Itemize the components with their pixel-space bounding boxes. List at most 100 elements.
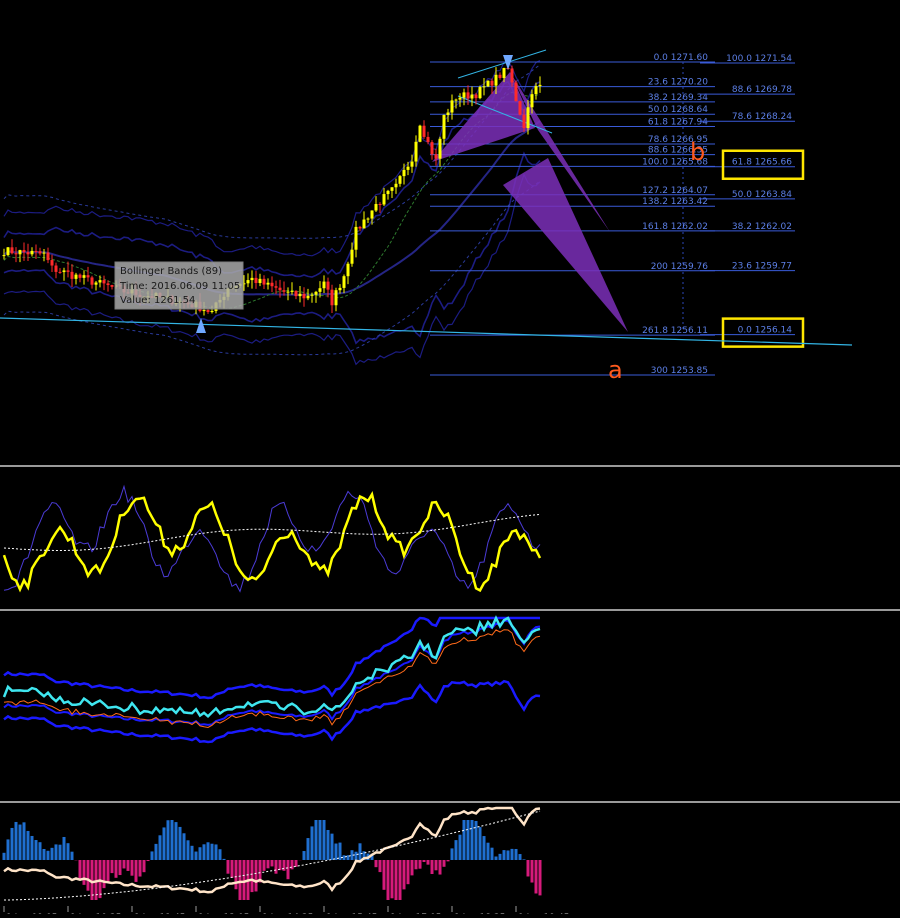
histogram-bar-positive bbox=[71, 852, 74, 860]
fib-label-left-13: 300 1253.85 bbox=[651, 366, 708, 376]
candle-body bbox=[111, 285, 114, 287]
histogram-bar-negative bbox=[395, 860, 398, 900]
fib-label-right-5: 38.2 1262.02 bbox=[732, 222, 792, 232]
candle-body bbox=[79, 275, 82, 278]
candle-body bbox=[399, 176, 402, 184]
histogram-bar-positive bbox=[467, 820, 470, 860]
bollinger-inner-lower bbox=[4, 154, 540, 344]
candle-body bbox=[91, 277, 94, 284]
histogram-bar-negative bbox=[391, 860, 394, 898]
fib-label-left-1: 23.6 1270.20 bbox=[648, 78, 708, 88]
candle-body bbox=[343, 276, 346, 288]
candle-body bbox=[347, 264, 350, 276]
histogram-bar-positive bbox=[3, 853, 6, 860]
histogram-bar-negative bbox=[443, 860, 446, 867]
price-chart[interactable]: 0.0 1271.6023.6 1270.2038.2 1269.3450.0 … bbox=[0, 0, 900, 914]
histogram-bar-negative bbox=[539, 860, 542, 895]
candle-body bbox=[359, 227, 362, 229]
candle-body bbox=[279, 288, 282, 291]
candle-body bbox=[23, 250, 26, 252]
histogram-bar-positive bbox=[67, 843, 70, 860]
candle-body bbox=[71, 272, 74, 279]
candle-body bbox=[459, 98, 462, 100]
candle-body bbox=[431, 142, 434, 154]
histogram-bar-positive bbox=[15, 822, 18, 860]
histogram-bar-positive bbox=[159, 835, 162, 860]
candle-body bbox=[59, 272, 62, 273]
candle-body bbox=[319, 288, 322, 292]
candle-body bbox=[371, 211, 374, 219]
candle-body bbox=[447, 113, 450, 116]
histogram-bar-negative bbox=[231, 860, 234, 878]
candle-body bbox=[435, 154, 438, 158]
candle-body bbox=[511, 68, 514, 82]
histogram-bar-negative bbox=[419, 860, 422, 869]
histogram-bar-negative bbox=[83, 860, 86, 885]
histogram-bar-positive bbox=[171, 820, 174, 860]
fib-label-left-2: 38.2 1269.34 bbox=[648, 93, 708, 103]
histogram-bar-negative bbox=[447, 860, 450, 861]
candle-body bbox=[267, 283, 270, 285]
candle-body bbox=[43, 253, 46, 254]
candle-body bbox=[523, 115, 526, 128]
candle-body bbox=[27, 252, 30, 254]
candle-body bbox=[351, 250, 354, 264]
annotation-a: a bbox=[608, 356, 623, 384]
candle-body bbox=[255, 278, 258, 283]
candle-body bbox=[515, 82, 518, 101]
candle-body bbox=[275, 286, 278, 287]
histogram-bar-negative bbox=[243, 860, 246, 900]
histogram-bar-positive bbox=[35, 840, 38, 860]
histogram-bar-negative bbox=[255, 860, 258, 891]
candle-body bbox=[31, 251, 34, 254]
candle-body bbox=[471, 95, 474, 99]
histogram-bar-positive bbox=[11, 828, 14, 860]
annotation-b: b bbox=[690, 138, 705, 166]
histogram-bar-positive bbox=[211, 844, 214, 860]
fib-label-right-1: 88.6 1269.78 bbox=[732, 85, 792, 95]
candle-body bbox=[519, 101, 522, 115]
histogram-bar-positive bbox=[327, 830, 330, 860]
histogram-bar-positive bbox=[151, 851, 154, 860]
candle-body bbox=[19, 250, 22, 254]
fib-label-left-10: 161.8 1262.02 bbox=[642, 222, 708, 232]
candle-body bbox=[367, 219, 370, 220]
histogram-bar-positive bbox=[167, 820, 170, 860]
histogram-bar-positive bbox=[519, 854, 522, 860]
candle-body bbox=[327, 282, 330, 290]
histogram-bar-negative bbox=[291, 860, 294, 869]
histogram-bar-negative bbox=[139, 860, 142, 877]
histogram-bar-negative bbox=[415, 860, 418, 869]
candle-body bbox=[483, 86, 486, 87]
histogram-bar-negative bbox=[527, 860, 530, 876]
fib-label-left-11: 200 1259.76 bbox=[651, 262, 709, 272]
histogram-bar-positive bbox=[27, 831, 30, 860]
histogram-bar-positive bbox=[511, 849, 514, 860]
histogram-bar-negative bbox=[79, 860, 82, 879]
candle-body bbox=[407, 167, 410, 170]
histogram-bar-negative bbox=[407, 860, 410, 884]
histogram-bar-positive bbox=[331, 834, 334, 860]
histogram-bar-negative bbox=[387, 860, 390, 900]
fib-label-right-3: 61.8 1265.66 bbox=[732, 158, 792, 168]
histogram-bar-negative bbox=[119, 860, 122, 875]
candle-body bbox=[35, 251, 38, 252]
candle-body bbox=[251, 278, 254, 280]
tooltip-line-3: Value: 1261.54 bbox=[120, 295, 195, 306]
candle-body bbox=[335, 290, 338, 305]
main-price-panel: 0.0 1271.6023.6 1270.2038.2 1269.3450.0 … bbox=[0, 50, 852, 376]
histogram-panel bbox=[3, 808, 542, 900]
histogram-bar-negative bbox=[427, 860, 430, 865]
candle-body bbox=[55, 266, 58, 272]
histogram-bar-positive bbox=[63, 837, 66, 860]
histogram-bar-positive bbox=[491, 848, 494, 860]
trading-chart[interactable]: 0.0 1271.6023.6 1270.2038.2 1269.3450.0 … bbox=[0, 0, 900, 914]
candle-body bbox=[503, 68, 506, 78]
histogram-bar-positive bbox=[215, 844, 218, 860]
histogram-bar-negative bbox=[295, 860, 298, 867]
candle-body bbox=[455, 100, 458, 101]
candle-body bbox=[331, 290, 334, 306]
histogram-bar-positive bbox=[195, 852, 198, 860]
candle-body bbox=[419, 126, 422, 142]
histogram-bar-negative bbox=[143, 860, 146, 872]
